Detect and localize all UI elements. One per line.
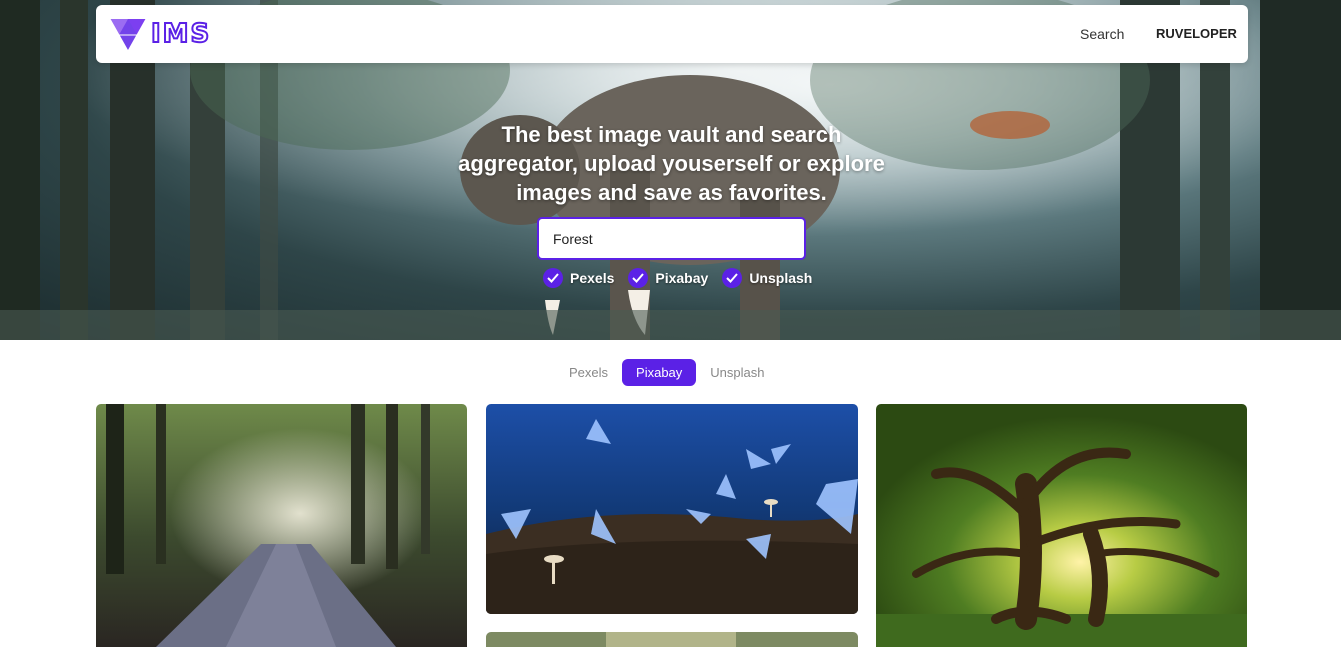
search-input[interactable] — [537, 217, 806, 260]
hero-headline: The best image vault and search aggregat… — [458, 122, 885, 205]
logo-v-icon — [109, 18, 147, 53]
gallery-image-card[interactable] — [486, 404, 858, 614]
checkmark-icon — [628, 268, 649, 288]
source-checkbox-label: Pixabay — [655, 270, 709, 286]
source-tabs: Pexels Pixabay Unsplash — [555, 359, 778, 386]
source-checkbox-pexels[interactable]: Pexels — [543, 268, 614, 288]
source-checkbox-pixabay[interactable]: Pixabay — [628, 268, 708, 288]
gallery-image-forest-road — [96, 404, 467, 647]
gallery-image-card[interactable] — [876, 404, 1247, 647]
source-checkbox-label: Unsplash — [749, 270, 813, 286]
gallery-image-forest-path — [486, 632, 858, 647]
gallery-image-card[interactable] — [486, 632, 858, 647]
source-checkbox-unsplash[interactable]: Unsplash — [722, 268, 812, 288]
nav-user-menu[interactable]: RUVELOPER — [1156, 26, 1237, 41]
tab-pixabay[interactable]: Pixabay — [622, 359, 697, 386]
checkmark-icon — [543, 268, 563, 288]
gallery-image-butterflies — [486, 404, 858, 614]
nav-search-link[interactable]: Search — [1080, 26, 1124, 42]
logo-text: IMS — [150, 18, 212, 50]
tab-unsplash[interactable]: Unsplash — [696, 359, 778, 386]
source-checkbox-label: Pexels — [570, 270, 615, 286]
tab-pexels[interactable]: Pexels — [555, 359, 622, 386]
source-checkboxes: Pexels Pixabay Unsplash — [543, 268, 812, 288]
checkmark-icon — [722, 268, 743, 288]
top-navbar: IMS Search RUVELOPER — [96, 5, 1248, 63]
gallery-image-big-tree — [876, 404, 1247, 647]
gallery-image-card[interactable] — [96, 404, 467, 647]
